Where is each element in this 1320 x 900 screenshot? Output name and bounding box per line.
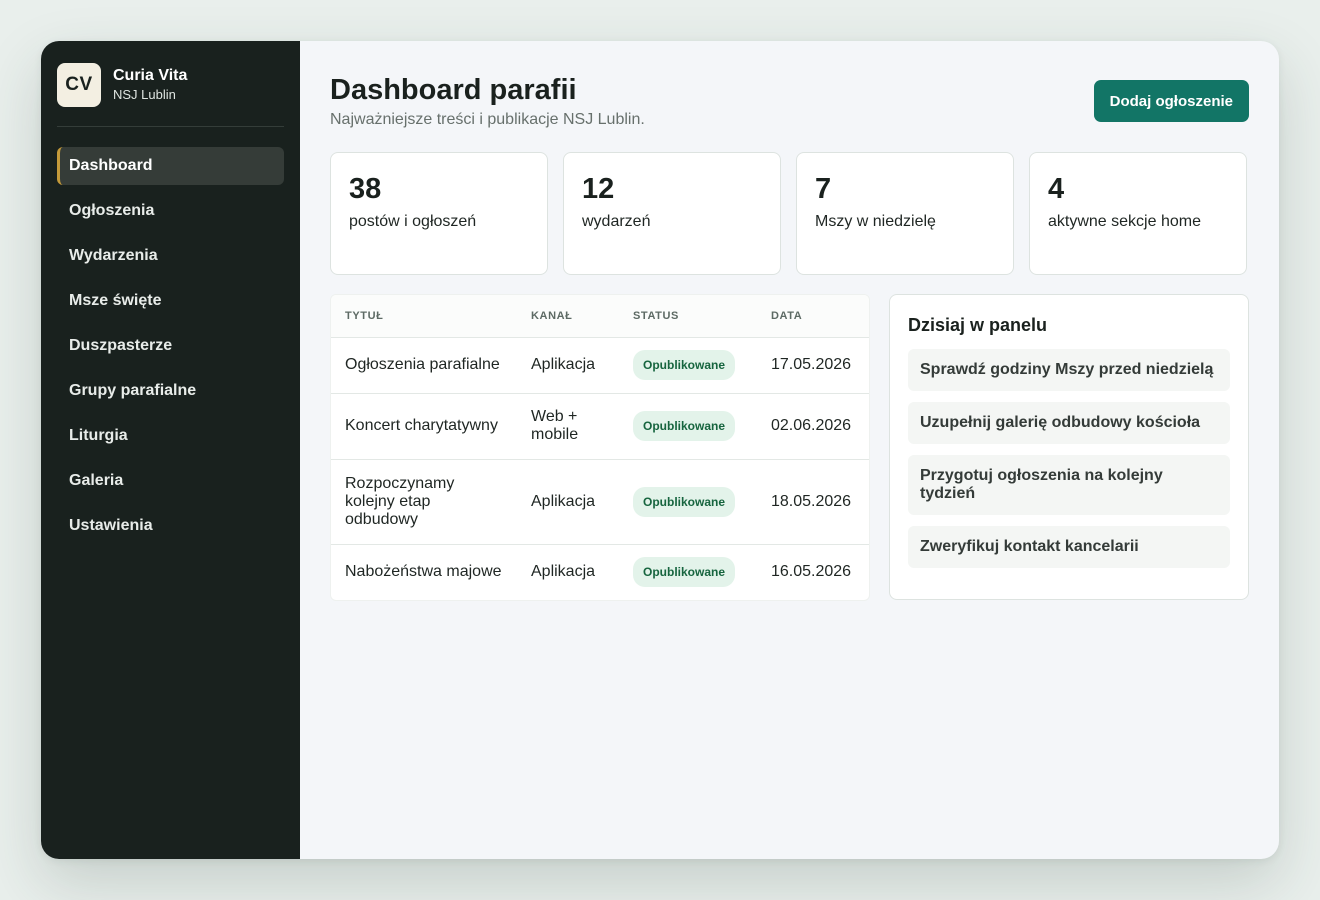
row-date: 17.05.2026 [757, 337, 869, 394]
task-item[interactable]: Uzupełnij galerię odbudowy kościoła [908, 402, 1230, 444]
row-title: Ogłoszenia parafialne [331, 337, 517, 394]
table-row[interactable]: Ogłoszenia parafialne Aplikacja Opubliko… [331, 337, 869, 394]
brand[interactable]: CV Curia Vita NSJ Lublin [57, 62, 284, 107]
page-header: Dashboard parafii Najważniejsze treści i… [330, 71, 1249, 152]
stat-label: Mszy w niedzielę [815, 213, 936, 230]
row-status: Opublikowane [619, 544, 757, 600]
stat-card-masses: 7 Mszy w niedzielę [796, 152, 1014, 275]
row-title: Rozpoczynamy kolejny etap odbudowy [331, 459, 517, 545]
row-status: Opublikowane [619, 459, 757, 545]
main-content: Dashboard parafii Najważniejsze treści i… [300, 41, 1279, 859]
status-badge: Opublikowane [633, 411, 736, 441]
page-heading: Dashboard parafii Najważniejsze treści i… [330, 71, 645, 129]
row-title: Nabożeństwa majowe [345, 563, 502, 581]
sidebar-nav: Dashboard Ogłoszenia Wydarzenia Msze świ… [57, 147, 284, 545]
sidebar-item-dashboard[interactable]: Dashboard [57, 147, 284, 185]
stat-value: 38 [349, 173, 382, 205]
column-header-channel[interactable]: KANAŁ [517, 295, 619, 338]
row-channel: Web + mobile [517, 393, 619, 460]
page-title: Dashboard parafii [330, 74, 577, 106]
stat-value: 4 [1048, 173, 1065, 205]
publications-table: TYTUŁ KANAŁ STATUS DATA Ogłoszenia paraf… [331, 295, 869, 600]
lower-section: TYTUŁ KANAŁ STATUS DATA Ogłoszenia paraf… [330, 294, 1249, 601]
sidebar-item-priests[interactable]: Duszpasterze [57, 327, 284, 365]
brand-name: Curia Vita [113, 67, 188, 84]
page-subtitle: Najważniejsze treści i publikacje NSJ Lu… [330, 111, 645, 128]
row-channel: Aplikacja [531, 563, 596, 581]
task-item[interactable]: Przygotuj ogłoszenia na kolejny tydzień [908, 455, 1230, 515]
column-header-date[interactable]: DATA [757, 295, 869, 338]
status-badge: Opublikowane [633, 557, 736, 588]
row-status: Opublikowane [619, 393, 757, 460]
row-channel: Aplikacja [517, 337, 619, 394]
stat-value: 7 [815, 173, 832, 205]
task-item[interactable]: Sprawdź godziny Mszy przed niedzielą [908, 349, 1230, 391]
row-date: 18.05.2026 [757, 459, 869, 545]
sidebar-item-events[interactable]: Wydarzenia [57, 237, 284, 275]
table-row[interactable]: Rozpoczynamy kolejny etap odbudowy Aplik… [331, 459, 869, 545]
table-row[interactable]: Koncert charytatywny Web + mobile Opubli… [331, 393, 869, 460]
sidebar-item-liturgy[interactable]: Liturgia [57, 417, 284, 455]
stat-label: wydarzeń [582, 213, 651, 230]
brand-subtitle: NSJ Lublin [113, 87, 176, 102]
status-badge: Opublikowane [633, 350, 736, 380]
brand-text: Curia Vita NSJ Lublin [113, 66, 187, 103]
row-date: 02.06.2026 [757, 393, 869, 460]
sidebar-item-announcements[interactable]: Ogłoszenia [57, 192, 284, 230]
publications-table-card: TYTUŁ KANAŁ STATUS DATA Ogłoszenia paraf… [330, 294, 870, 601]
stat-card-sections: 4 aktywne sekcje home [1029, 152, 1247, 275]
stat-card-events: 12 wydarzeń [563, 152, 781, 275]
row-status: Opublikowane [619, 337, 757, 394]
stat-card-posts: 38 postów i ogłoszeń [330, 152, 548, 275]
row-title: Koncert charytatywny [331, 393, 517, 460]
add-announcement-button[interactable]: Dodaj ogłoszenie [1093, 80, 1249, 122]
row-date: 16.05.2026 [771, 563, 852, 581]
sidebar-item-groups[interactable]: Grupy parafialne [57, 372, 284, 410]
stats-row: 38 postów i ogłoszeń 12 wydarzeń 7 Mszy … [330, 152, 1249, 275]
sidebar: CV Curia Vita NSJ Lublin Dashboard Ogłos… [41, 41, 300, 859]
sidebar-item-masses[interactable]: Msze święte [57, 282, 284, 320]
table-row[interactable]: Nabożeństwa majowe Aplikacja Opublikowan… [331, 544, 869, 600]
stat-label: postów i ogłoszeń [349, 213, 477, 230]
brand-logo: CV [57, 62, 101, 107]
stat-value: 12 [582, 173, 615, 205]
panel-title: Dzisiaj w panelu [908, 315, 1048, 335]
column-header-status[interactable]: STATUS [619, 295, 757, 338]
status-badge: Opublikowane [633, 486, 736, 517]
row-channel: Aplikacja [517, 459, 619, 545]
app-window: CV Curia Vita NSJ Lublin Dashboard Ogłos… [41, 41, 1279, 859]
column-header-title[interactable]: TYTUŁ [331, 295, 517, 338]
task-item[interactable]: Zweryfikuj kontakt kancelarii [908, 526, 1230, 568]
sidebar-item-settings[interactable]: Ustawienia [57, 507, 284, 545]
table-header-row: TYTUŁ KANAŁ STATUS DATA [331, 295, 869, 338]
today-panel: Dzisiaj w panelu Sprawdź godziny Mszy pr… [889, 294, 1249, 600]
sidebar-divider [57, 126, 284, 127]
sidebar-item-gallery[interactable]: Galeria [57, 462, 284, 500]
stat-label: aktywne sekcje home [1048, 213, 1201, 230]
